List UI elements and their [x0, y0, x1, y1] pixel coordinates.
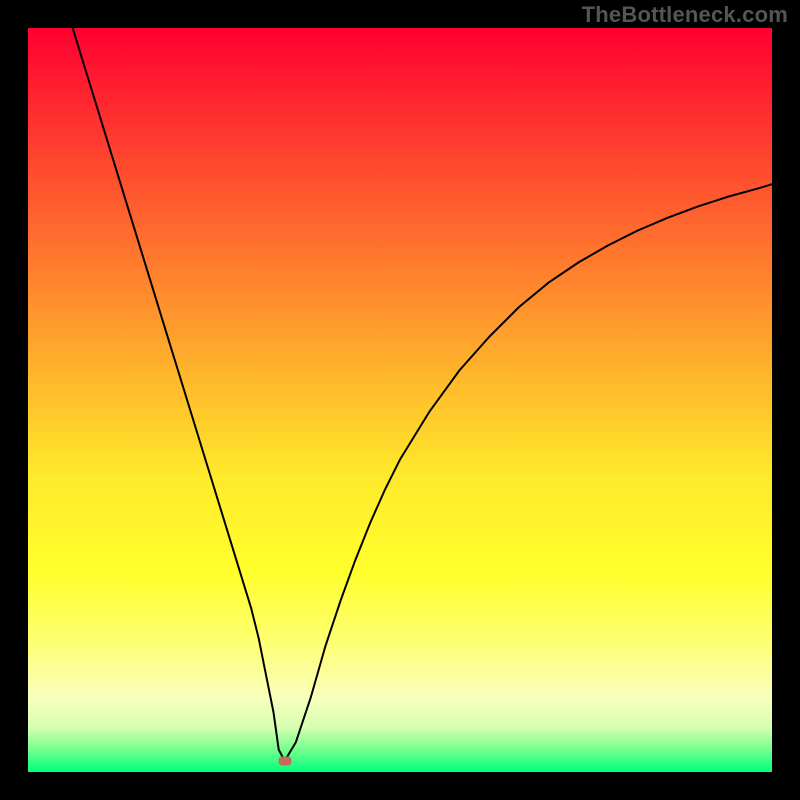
bottleneck-curve: [73, 28, 772, 761]
chart-frame: TheBottleneck.com: [0, 0, 800, 800]
plot-area: [28, 28, 772, 772]
curve-minimum-marker: [278, 756, 291, 765]
curve-svg: [28, 28, 772, 772]
watermark-label: TheBottleneck.com: [582, 2, 788, 28]
